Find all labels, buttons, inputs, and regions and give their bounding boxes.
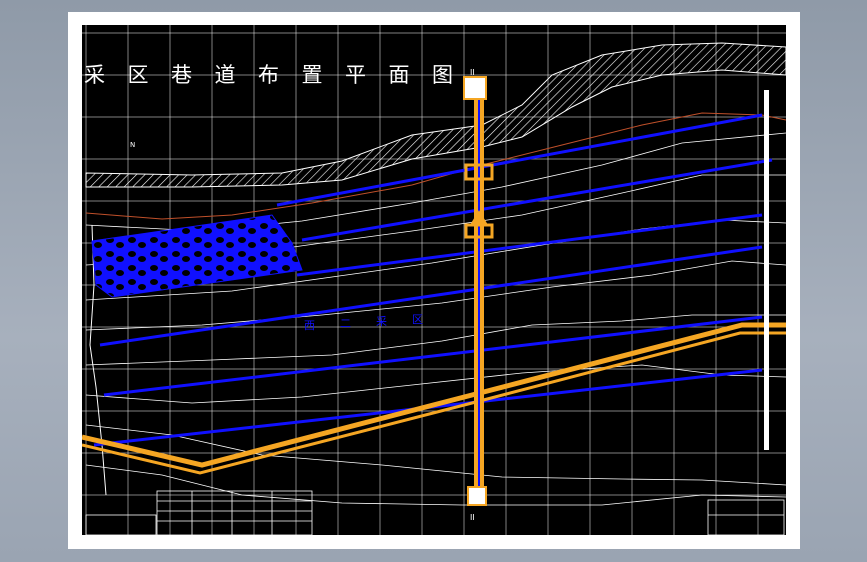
mining-plan-svg	[82, 25, 786, 535]
title-char: 图	[432, 63, 453, 87]
panel-label-char: 采	[376, 315, 387, 328]
contour-lines	[85, 132, 786, 506]
title-char: 布	[258, 63, 279, 87]
panel-label-char: 区	[412, 313, 423, 326]
title-char: 置	[301, 63, 323, 87]
title-char: 道	[214, 63, 236, 87]
north-arrow-label: N	[130, 141, 136, 149]
title-char: 区	[127, 63, 149, 87]
title-char: 平	[345, 63, 366, 87]
title-char: 巷	[171, 63, 192, 87]
panel-label-char: 西	[304, 319, 315, 332]
title-char: 面	[388, 63, 410, 87]
title-char: 采	[84, 63, 105, 87]
section-mark-bottom: II	[470, 513, 475, 522]
main-roadways	[82, 322, 786, 475]
section-mark-top: II	[470, 68, 475, 77]
scale-bar	[764, 90, 769, 450]
cad-drawing-area[interactable]: 采区巷道布置平面图 II II N 西二采区	[82, 25, 786, 535]
panel-label-char: 二	[340, 317, 351, 330]
